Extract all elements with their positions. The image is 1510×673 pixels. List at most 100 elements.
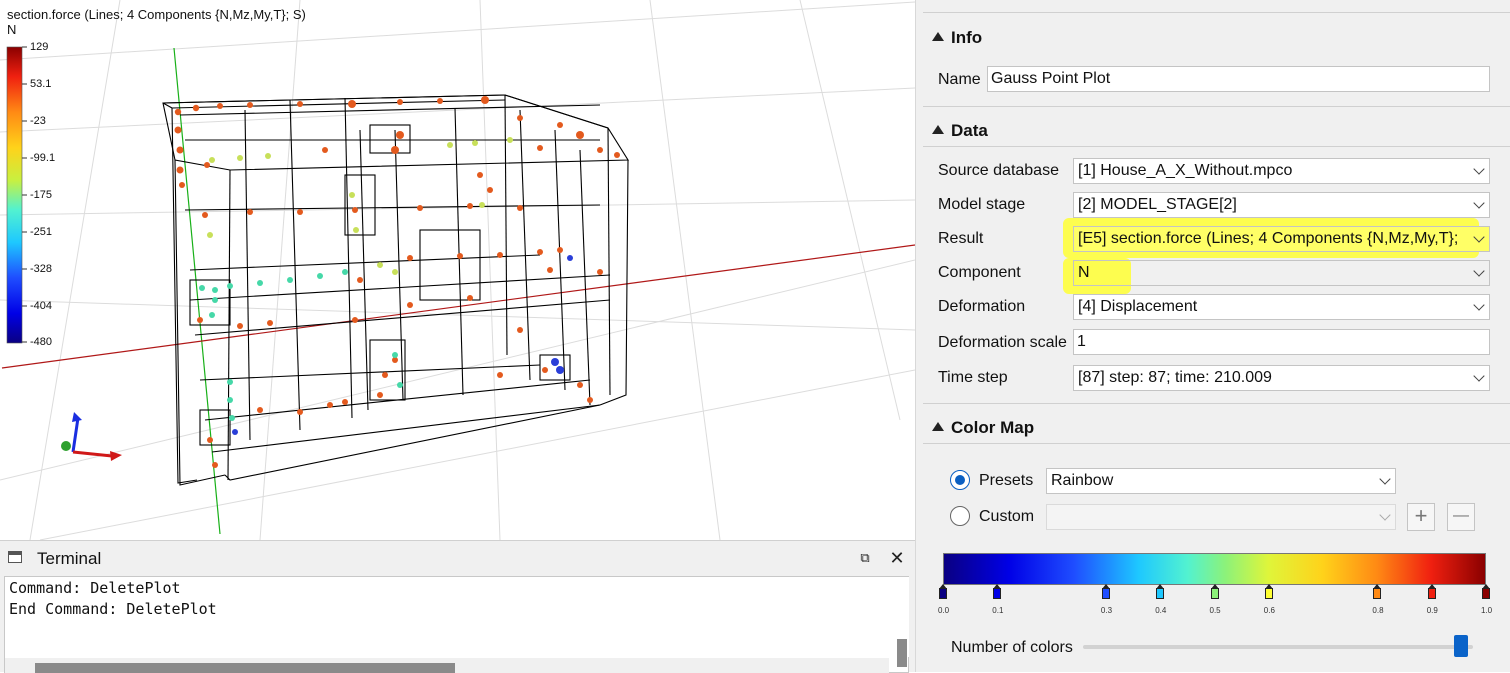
3d-viewport[interactable]: section.force (Lines; 4 Components {N,Mz… [0, 0, 915, 540]
colormap-stop-label: 0.8 [1372, 606, 1384, 615]
divider [923, 106, 1510, 107]
deformation-select[interactable]: [4] Displacement [1073, 294, 1490, 320]
result-value: [E5] section.force (Lines; 4 Components … [1078, 230, 1461, 247]
collapse-arrow-icon [932, 125, 944, 134]
presets-label: Presets [979, 472, 1034, 489]
number-of-colors-track[interactable] [1083, 645, 1473, 649]
chevron-down-icon [1473, 370, 1485, 382]
colorbar-tick: 129 [30, 41, 49, 53]
time-step-select[interactable]: [87] step: 87; time: 210.009 [1073, 365, 1490, 391]
add-colormap-button[interactable]: + [1407, 503, 1435, 531]
colormap-stop-marker[interactable] [993, 584, 1002, 599]
float-window-icon[interactable]: ⧉ [858, 551, 872, 565]
colorbar [6, 46, 23, 344]
colorbar-tick: -23 [30, 115, 46, 127]
model-stage-label: Model stage [938, 196, 1026, 213]
colorbar-tick: -480 [30, 336, 53, 348]
component-label: Component [938, 264, 1021, 281]
close-icon[interactable]: ✕ [888, 549, 906, 567]
component-select[interactable]: N [1073, 260, 1490, 286]
data-section-title: Data [951, 121, 988, 140]
chevron-down-icon [1473, 163, 1485, 175]
number-of-colors-handle[interactable] [1454, 635, 1469, 657]
colormap-stop-marker[interactable] [1373, 584, 1382, 599]
chevron-down-icon [1379, 473, 1391, 485]
source-database-select[interactable]: [1] House_A_X_Without.mpco [1073, 158, 1490, 184]
colormap-stop-marker[interactable] [1482, 584, 1490, 599]
panel-splitter[interactable] [915, 0, 923, 672]
model-stage-select[interactable]: [2] MODEL_STAGE[2] [1073, 192, 1490, 218]
chevron-down-icon [1473, 231, 1485, 243]
custom-select[interactable] [1046, 504, 1396, 530]
terminal-icon [8, 551, 22, 563]
colormap-stop-marker[interactable] [1210, 584, 1219, 599]
terminal-header: Terminal ⧉ ✕ [0, 541, 915, 575]
deformation-label: Deformation [938, 298, 1026, 315]
colormap-gradient[interactable] [943, 553, 1486, 585]
divider [923, 146, 1510, 147]
colormap-stop-label: 0.6 [1263, 606, 1275, 615]
colormap-stop-marker[interactable] [1427, 584, 1436, 599]
colorbar-tick: -328 [30, 263, 53, 275]
colorbar-tick: -251 [30, 226, 53, 238]
gauss-points [174, 96, 620, 468]
info-section-title: Info [951, 28, 983, 47]
model-render [0, 0, 915, 540]
presets-radio[interactable] [950, 470, 970, 490]
colormap-stop-marker[interactable] [1101, 584, 1110, 599]
custom-label: Custom [979, 508, 1035, 525]
colormap-stop-label: 0.3 [1100, 606, 1113, 615]
colormap-stop-label: 0.5 [1209, 606, 1221, 615]
terminal-title: Terminal [37, 549, 102, 568]
custom-radio[interactable] [950, 506, 970, 526]
terminal-output[interactable]: Command: DeletePlot End Command: DeleteP… [4, 576, 909, 673]
name-label: Name [938, 71, 981, 88]
terminal-panel: Terminal ⧉ ✕ Command: DeletePlot End Com… [0, 540, 915, 673]
colormap-stop-marker[interactable] [939, 584, 947, 599]
colormap-section-title: Color Map [951, 418, 1035, 437]
colorbar-tick: -404 [30, 300, 53, 312]
x-axis-line [1, 244, 915, 369]
colormap-stop-label: 0.9 [1426, 606, 1438, 615]
colorbar-tick: -175 [30, 189, 53, 201]
name-input[interactable] [987, 66, 1490, 92]
plot-unit: N [7, 22, 17, 37]
chevron-down-icon [1473, 265, 1485, 277]
colormap-stop-label: 0.1 [992, 606, 1004, 615]
colormap-stop-label: 0.0 [938, 606, 950, 615]
colormap-stop-marker[interactable] [1156, 584, 1165, 599]
result-label: Result [938, 230, 984, 247]
component-value: N [1078, 264, 1090, 281]
colorbar-tick: -99.1 [30, 152, 56, 164]
time-step-label: Time step [938, 369, 1008, 386]
colormap-stop-label: 0.4 [1155, 606, 1167, 615]
source-database-value: [1] House_A_X_Without.mpco [1078, 162, 1293, 179]
editor-panel: Info Name Data Source database [1] House… [923, 0, 1510, 672]
result-select[interactable]: [E5] section.force (Lines; 4 Components … [1073, 226, 1490, 252]
deformation-scale-input[interactable] [1073, 329, 1490, 355]
vertical-scroll-thumb[interactable] [897, 639, 907, 667]
deformation-value: [4] Displacement [1078, 298, 1198, 315]
chevron-down-icon [1379, 509, 1391, 521]
model-stage-value: [2] MODEL_STAGE[2] [1078, 196, 1237, 213]
colormap-section-header[interactable]: Color Map [923, 414, 1510, 442]
terminal-line: Command: DeletePlot [9, 579, 181, 597]
presets-value: Rainbow [1051, 472, 1114, 489]
info-section-header[interactable]: Info [923, 24, 1510, 52]
colormap-stop-label: 1.0 [1481, 606, 1493, 615]
deformation-scale-label: Deformation scale [938, 334, 1067, 351]
source-database-label: Source database [938, 162, 1059, 179]
data-section-header[interactable]: Data [923, 117, 1510, 145]
remove-colormap-button[interactable]: — [1447, 503, 1475, 531]
presets-select[interactable]: Rainbow [1046, 468, 1396, 494]
colormap-stop-marker[interactable] [1264, 584, 1273, 599]
divider [923, 443, 1510, 444]
number-of-colors-label: Number of colors [951, 639, 1073, 656]
divider [923, 12, 1510, 13]
ground-grid [0, 0, 915, 540]
collapse-arrow-icon [932, 32, 944, 41]
divider [923, 403, 1510, 404]
orientation-triad [61, 412, 122, 461]
colorbar-tick: 53.1 [30, 78, 52, 90]
terminal-line: End Command: DeletePlot [9, 600, 217, 618]
